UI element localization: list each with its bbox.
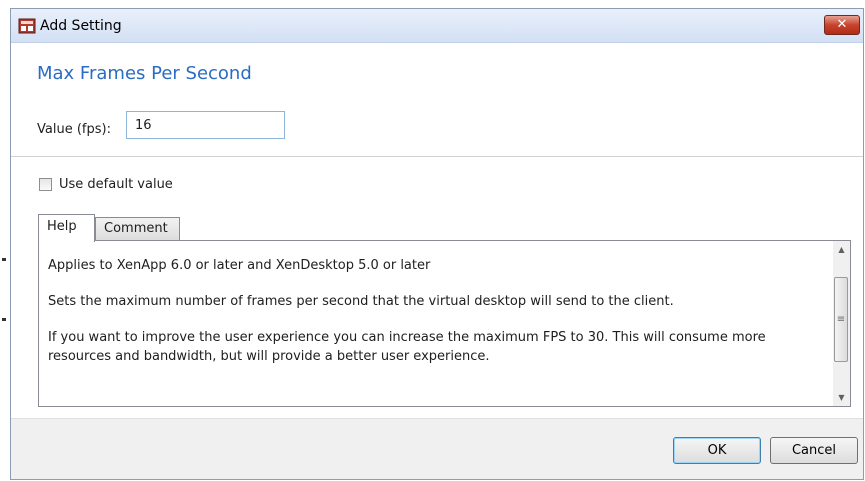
tab-comment[interactable]: Comment — [95, 217, 180, 241]
scroll-down-arrow-icon[interactable]: ▼ — [833, 389, 850, 406]
setting-title: Max Frames Per Second — [37, 63, 252, 84]
ok-button[interactable]: OK — [673, 437, 761, 464]
help-paragraph: If you want to improve the user experien… — [48, 330, 766, 364]
help-paragraph: Applies to XenApp 6.0 or later and XenDe… — [48, 258, 431, 273]
add-setting-dialog: Add Setting ✕ Max Frames Per Second Valu… — [10, 8, 864, 480]
tab-comment-label: Comment — [104, 221, 168, 236]
cancel-button[interactable]: Cancel — [770, 437, 858, 464]
help-scrollbar[interactable]: ▲ ≡ ▼ — [833, 241, 850, 406]
scroll-up-arrow-icon[interactable]: ▲ — [833, 241, 850, 258]
edge-mark — [2, 318, 6, 321]
tab-help-label: Help — [47, 219, 77, 234]
window-title: Add Setting — [40, 18, 122, 34]
help-text: Applies to XenApp 6.0 or later and XenDe… — [48, 256, 823, 383]
divider — [11, 156, 863, 157]
use-default-checkbox[interactable] — [39, 178, 52, 191]
edge-mark — [2, 258, 6, 261]
button-bar: OK Cancel — [11, 418, 863, 479]
use-default-label[interactable]: Use default value — [59, 177, 173, 192]
background-window-edge — [0, 0, 10, 481]
app-settings-icon — [18, 18, 36, 34]
help-panel: Applies to XenApp 6.0 or later and XenDe… — [38, 240, 851, 407]
scrollbar-thumb[interactable]: ≡ — [834, 277, 848, 362]
close-icon: ✕ — [836, 17, 848, 32]
help-paragraph: Sets the maximum number of frames per se… — [48, 294, 674, 309]
value-label: Value (fps): — [37, 122, 111, 137]
close-button[interactable]: ✕ — [824, 15, 860, 35]
tab-help[interactable]: Help — [38, 214, 95, 242]
fps-value-input[interactable] — [126, 111, 285, 139]
title-bar[interactable]: Add Setting ✕ — [11, 9, 863, 43]
